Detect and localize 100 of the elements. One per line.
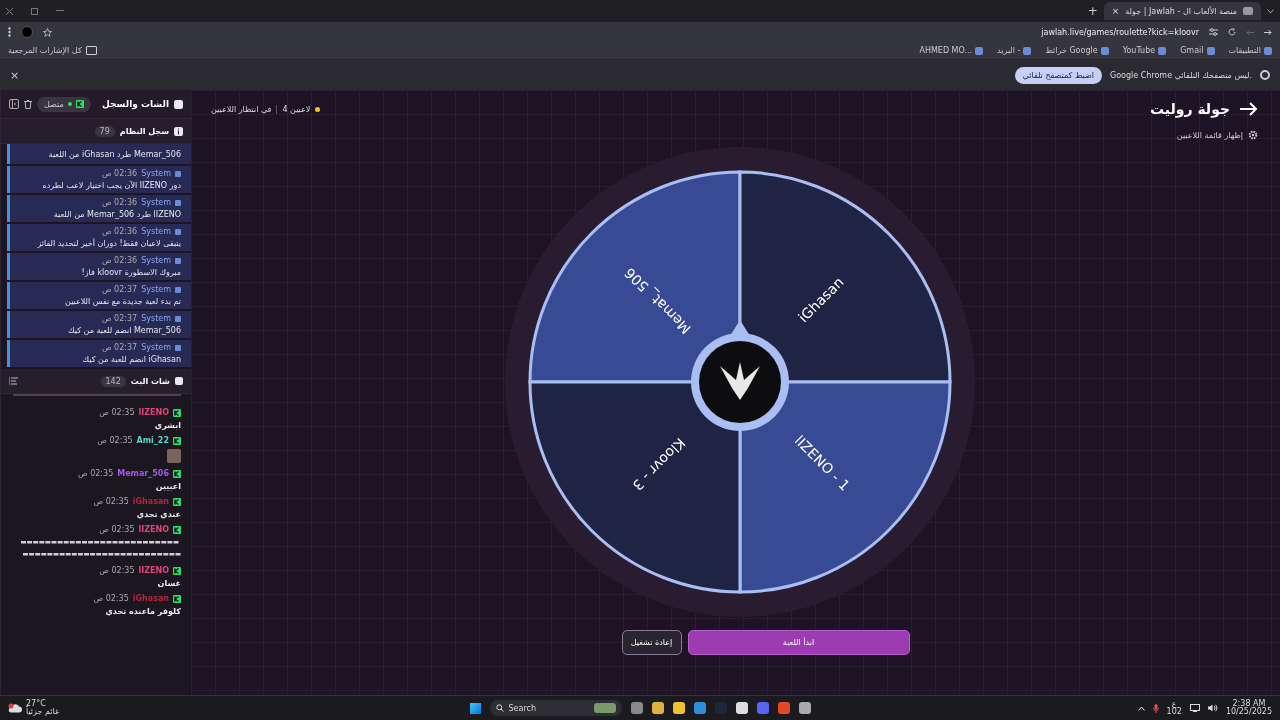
chat-time: 02:35 ص <box>99 525 135 534</box>
count-badge: 79 <box>94 125 115 137</box>
chevron-up-icon[interactable] <box>1137 705 1145 711</box>
show-players-link[interactable]: إظهار قائمة اللاعبين <box>1176 130 1243 140</box>
chevron-down-icon[interactable] <box>1267 8 1274 14</box>
bookmark-link[interactable]: YouTube <box>1122 46 1167 55</box>
chat-username[interactable]: Ami_22 <box>136 436 169 445</box>
log-author: System <box>141 169 171 178</box>
bookmark-link[interactable]: التطبيقات <box>1228 46 1272 55</box>
kick-icon <box>75 100 84 108</box>
taskbar-app-icon[interactable] <box>798 702 811 714</box>
section-title: شات البث <box>130 376 170 386</box>
chat-username[interactable]: Memar_506 <box>117 469 169 478</box>
close-icon[interactable] <box>6 7 13 15</box>
info-icon <box>174 126 183 136</box>
browser-tab[interactable]: × جولة | Jawlah - منصة الألعاب ال <box>1103 2 1261 20</box>
log-time: 02:36 ص <box>101 198 138 207</box>
close-icon[interactable]: × <box>10 68 20 82</box>
log-text: Memar_506 طرد iGhasan من اللعبة <box>47 149 181 159</box>
log-time: 02:37 ص <box>101 343 138 352</box>
maximize-icon[interactable] <box>31 7 38 15</box>
log-text: دور lIZENO الآن يجب اختيار لاعب لطرده <box>41 181 181 190</box>
microphone-icon[interactable] <box>1152 703 1159 713</box>
sliders-icon[interactable] <box>1209 28 1218 36</box>
volume-icon[interactable] <box>1207 704 1218 712</box>
status-dot-icon <box>315 106 321 112</box>
log-time: 02:37 ص <box>101 314 138 323</box>
new-tab-button[interactable]: + <box>1087 4 1098 18</box>
set-default-button[interactable]: اضبط كمتصفح تلقائي <box>1014 66 1102 84</box>
bookmark-link[interactable]: خرائط Google <box>1045 46 1109 55</box>
sticker-placeholder <box>167 449 181 463</box>
kick-icon <box>173 525 181 534</box>
kick-icon <box>173 408 181 417</box>
log-text: iGhasan انضم للعبة من كيك <box>81 355 181 364</box>
log-author: System <box>141 285 171 294</box>
search-field[interactable]: Search <box>489 700 622 716</box>
log-author: System <box>141 343 171 352</box>
settings-icon[interactable] <box>1248 130 1258 140</box>
chat-message: ابشري <box>153 421 181 430</box>
start-icon[interactable] <box>469 702 481 714</box>
chat-message: اعبيين <box>154 482 181 491</box>
log-author: System <box>141 198 171 207</box>
log-time: 02:36 ص <box>101 227 138 236</box>
log-text: تم بدء لعبة جديدة مع نفس اللاعبين <box>64 297 181 306</box>
taskbar-app-icon[interactable] <box>672 702 685 714</box>
taskbar-app-icon[interactable] <box>651 702 664 714</box>
avatar-icon[interactable] <box>21 26 33 38</box>
chat-time: 02:35 ص <box>93 497 129 506</box>
cloud-icon[interactable] <box>8 703 22 713</box>
game-button[interactable]: ابدأ اللعبة <box>687 630 910 655</box>
kick-icon <box>173 497 181 506</box>
temperature[interactable]: 27°C <box>26 700 60 708</box>
bookmark-link[interactable]: البريد - <box>997 46 1032 55</box>
panel-toggle-icon[interactable] <box>9 99 19 109</box>
game-status: في انتظار اللاعبين <box>211 104 272 114</box>
log-time: 02:36 ص <box>101 169 138 178</box>
chat-message: عندي تحدي <box>135 510 181 519</box>
bookmark-link[interactable]: AHMED MO... <box>919 46 984 55</box>
reload-icon[interactable] <box>1228 28 1236 36</box>
search-icon <box>495 704 504 712</box>
chat-message: غسان <box>156 579 181 588</box>
chat-time: 02:35 ص <box>99 408 135 417</box>
log-text: يتبقى لاعبان فقط! دوران أخير لتحديد الفائز <box>36 239 181 248</box>
player-count: 4 لاعبين <box>282 104 311 114</box>
chat-time: 02:35 ص <box>97 436 133 445</box>
chat-time: 02:35 ص <box>93 594 129 603</box>
folder-icon <box>85 46 97 55</box>
list-icon[interactable] <box>9 377 18 385</box>
kick-icon <box>173 566 181 575</box>
menu-icon[interactable] <box>8 27 11 37</box>
chat-message: كلوفر ماعنده تحدي <box>104 607 181 616</box>
section-title: سجل النظام <box>119 126 169 136</box>
log-text: مبروك الاسطورة kloovr فاز! <box>80 268 181 277</box>
log-author: System <box>141 314 171 323</box>
chat-time: 02:35 ص <box>99 566 135 575</box>
kick-icon <box>173 469 181 478</box>
bookmark-link[interactable]: Gmail <box>1180 46 1215 55</box>
status-label: متصل <box>44 99 64 109</box>
kick-icon <box>173 436 181 445</box>
log-time: 02:36 ص <box>101 256 138 265</box>
clock[interactable]: 2:38 AM 10/25/2025 <box>1225 700 1272 716</box>
chat-time: 02:35 ص <box>77 469 114 478</box>
page-title: جولة روليت <box>1149 101 1230 117</box>
monitor-icon[interactable] <box>1189 704 1200 712</box>
chat-username[interactable]: lIZENO <box>138 408 169 417</box>
log-time: 02:37 ص <box>101 285 138 294</box>
right-arrow-icon[interactable] <box>1264 28 1272 36</box>
minimize-icon[interactable] <box>56 10 64 12</box>
log-text: Memar_506 انضم للعبة من كيك <box>67 326 181 335</box>
star-icon[interactable] <box>43 27 52 37</box>
game-button[interactable]: إعادة تشغيل <box>621 630 682 655</box>
chat-username[interactable]: lIZENO <box>138 525 169 534</box>
log-text: lIZENO طرد Memar_506 من اللعبة <box>52 210 181 219</box>
panel-title: الشات والسجل <box>102 99 169 109</box>
chat-username[interactable]: lIZENO <box>138 566 169 575</box>
favicon-icon <box>1243 7 1253 15</box>
all-bookmarks-link[interactable]: كل الإشارات المرجعية <box>8 46 82 55</box>
taskbar-app-icon[interactable] <box>735 702 748 714</box>
trash-icon[interactable] <box>24 99 32 109</box>
kick-icon <box>173 594 181 603</box>
